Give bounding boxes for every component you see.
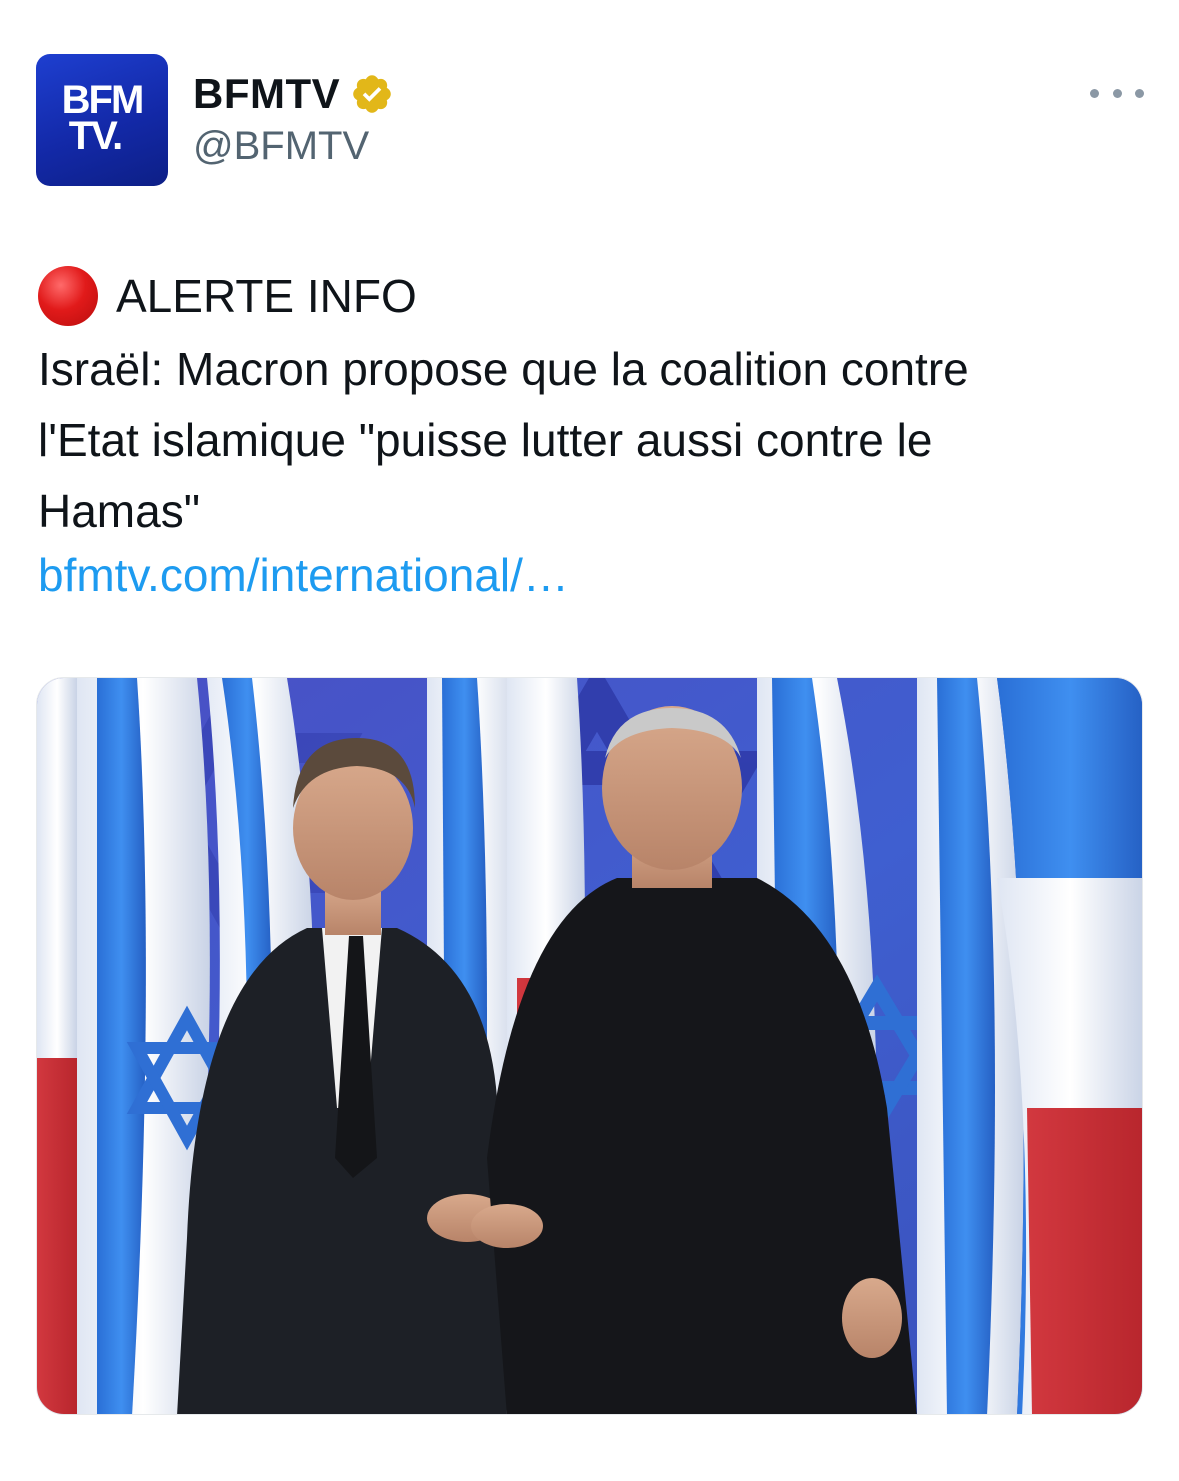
more-options-button[interactable] (1090, 78, 1144, 108)
alert-line: ALERTE INFO (38, 266, 417, 326)
account-handle[interactable]: @BFMTV (193, 124, 369, 169)
article-link[interactable]: bfmtv.com/international/… (38, 540, 569, 611)
tweet-card: BFM TV. BFMTV @BFMTV ALERTE INFO Israël:… (0, 0, 1179, 1481)
bfmtv-logo: BFM TV. (61, 78, 145, 158)
account-avatar[interactable]: BFM TV. (36, 54, 168, 186)
alert-label: ALERTE INFO (116, 270, 417, 322)
tweet-text-line: l'Etat islamique "puisse lutter aussi co… (38, 414, 933, 466)
tweet-text-line: Hamas" (38, 485, 201, 537)
tweet-text: Israël: Macron propose que la coalition … (38, 334, 1138, 547)
more-horizontal-icon (1090, 88, 1099, 98)
tweet-text-line: Israël: Macron propose que la coalition … (38, 343, 969, 395)
verified-badge-icon (350, 72, 394, 116)
red-circle-icon (38, 266, 98, 326)
photo-illustration (37, 678, 1142, 1414)
tweet-photo[interactable] (36, 677, 1143, 1415)
account-name-row[interactable]: BFMTV (193, 66, 394, 122)
display-name[interactable]: BFMTV (193, 70, 340, 118)
